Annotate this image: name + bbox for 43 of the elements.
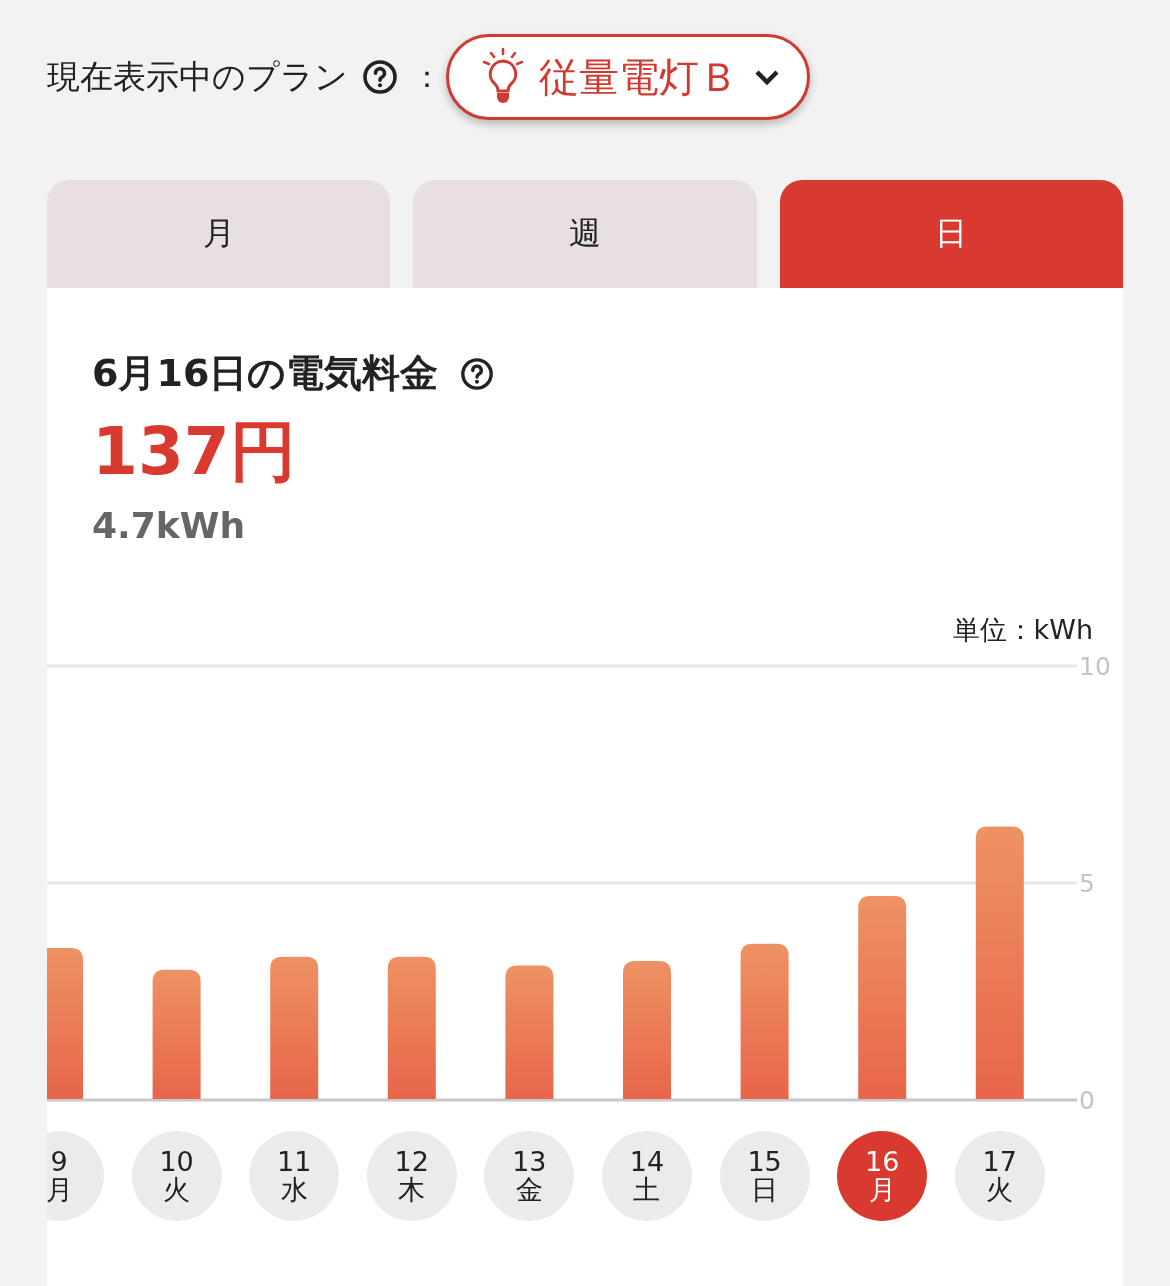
usage-bar[interactable]	[387, 956, 436, 1099]
date-button[interactable]: 16 月	[837, 1131, 928, 1221]
x-tick-label: 15	[747, 1145, 782, 1177]
x-tick-label: 13	[512, 1145, 547, 1177]
help-icon[interactable]	[460, 356, 495, 391]
axis-tick-label: 10	[1079, 654, 1111, 681]
card-title: 6月16日の電気料金	[92, 350, 439, 397]
date-button[interactable]: 14 土	[601, 1131, 692, 1221]
x-tick-label: 11	[277, 1145, 312, 1177]
usage-bar[interactable]	[740, 943, 789, 1099]
x-tick-label: 9	[50, 1145, 68, 1177]
usage-bar[interactable]	[975, 826, 1024, 1099]
colon: ：	[412, 57, 442, 96]
x-tick-label: 12	[394, 1145, 429, 1177]
x-tick-label: 10	[159, 1145, 194, 1177]
unit-label: 単位：kWh	[952, 613, 1093, 647]
usage-bar[interactable]	[152, 969, 201, 1099]
usage-bar[interactable]	[270, 956, 319, 1099]
date-button[interactable]: 10 火	[131, 1131, 222, 1221]
date-button[interactable]: 13 金	[484, 1131, 575, 1221]
axis-tick-label: 5	[1079, 869, 1095, 898]
usage-bar[interactable]	[505, 965, 554, 1099]
date-button[interactable]: 9 月	[47, 1131, 104, 1221]
usage-value: 4.7kWh	[92, 505, 246, 546]
chevron-down-icon	[753, 67, 781, 87]
x-tick-label: 16	[864, 1145, 900, 1177]
plan-dropdown[interactable]: 従量電灯Ｂ	[446, 34, 810, 120]
date-button[interactable]: 17 火	[954, 1131, 1045, 1221]
x-tick-label: 17	[982, 1145, 1017, 1177]
plan-label: 現在表示中のプラン	[47, 55, 348, 98]
date-button[interactable]: 11 水	[249, 1131, 340, 1221]
period-tab[interactable]: 月	[47, 180, 391, 288]
x-tick-label: 14	[629, 1145, 665, 1177]
usage-bar[interactable]	[858, 896, 907, 1099]
help-icon[interactable]	[362, 59, 398, 95]
period-tab[interactable]: 日	[779, 180, 1123, 288]
date-button[interactable]: 12 木	[366, 1131, 457, 1221]
date-button[interactable]: 15 日	[719, 1131, 810, 1221]
amount-value: 137円	[92, 412, 296, 492]
usage-bar[interactable]	[47, 948, 83, 1099]
usage-bar[interactable]	[623, 961, 671, 1099]
axis-tick-label: 0	[1079, 1086, 1095, 1114]
period-tab[interactable]: 週	[413, 180, 757, 288]
